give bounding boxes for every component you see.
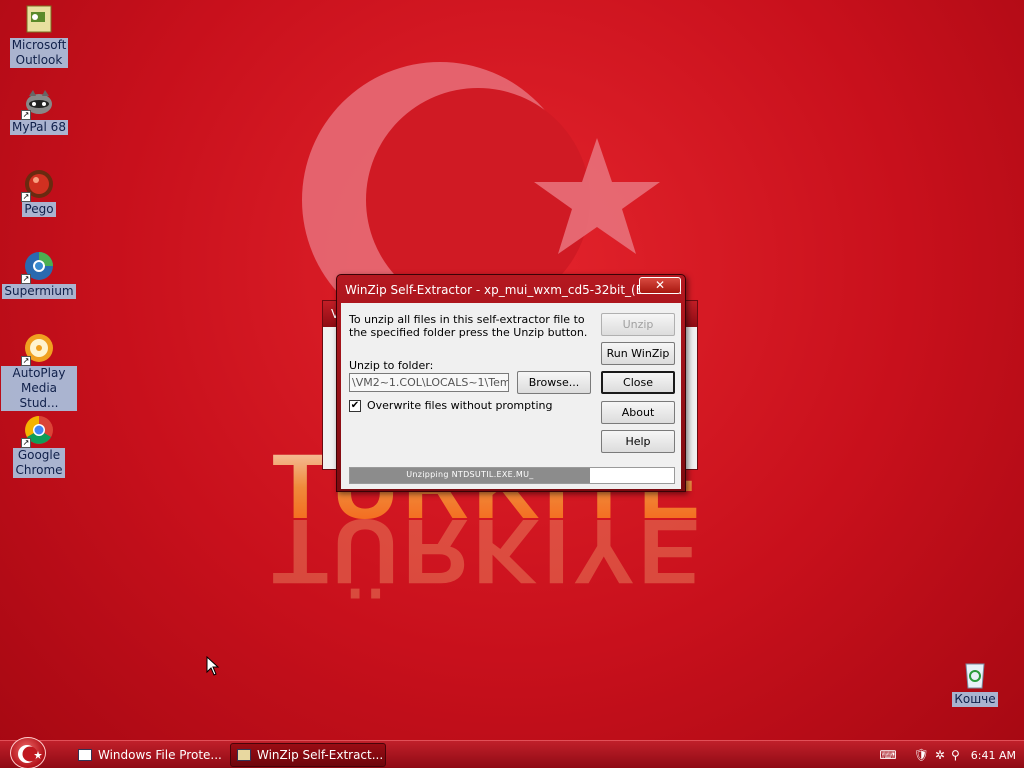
keyboard-icon[interactable]: ⌨ <box>879 748 896 762</box>
taskbar-item-file-protection[interactable]: Windows File Prote... <box>72 743 222 767</box>
desktop-icon-autoplay[interactable]: ↗ AutoPlay Media Stud... <box>1 332 77 411</box>
chrome-icon: ↗ <box>21 414 55 448</box>
desktop-icon-mypal[interactable]: ↗ MyPal 68 <box>1 86 77 135</box>
overwrite-checkbox[interactable]: ✔ <box>349 399 361 412</box>
winzip-icon <box>237 749 251 761</box>
dialog-client-area: To unzip all files in this self-extracto… <box>341 303 681 489</box>
unzip-button[interactable]: Unzip <box>601 313 675 336</box>
taskbar: Windows File Prote... WinZip Self-Extrac… <box>0 737 1024 768</box>
desktop-icon-pego[interactable]: ↗ Pego <box>1 168 77 217</box>
desktop-icon-label: MyPal 68 <box>10 120 68 135</box>
unzip-folder-input[interactable]: \VM2~1.COL\LOCALS~1\Temp <box>349 373 509 392</box>
titlebar[interactable]: WinZip Self-Extractor - xp_mui_wxm_cd5-3… <box>337 275 685 303</box>
desktop-icon-outlook[interactable]: Microsoft Outlook <box>1 4 77 68</box>
mypal-raccoon-icon: ↗ <box>21 86 55 120</box>
desktop-icon-label: Microsoft Outlook <box>9 38 69 68</box>
supermium-icon: ↗ <box>21 250 55 284</box>
run-winzip-button[interactable]: Run WinZip <box>601 342 675 365</box>
close-button[interactable]: Close <box>601 371 675 394</box>
outlook-icon <box>23 4 55 36</box>
winzip-self-extractor-dialog[interactable]: WinZip Self-Extractor - xp_mui_wxm_cd5-3… <box>336 274 686 492</box>
unzip-folder-label: Unzip to folder: <box>349 359 434 372</box>
network-icon[interactable]: ✲ <box>935 748 945 762</box>
help-button[interactable]: Help <box>601 430 675 453</box>
recycle-bin-icon <box>959 658 991 690</box>
clock[interactable]: 6:41 AM <box>971 749 1016 762</box>
close-window-button[interactable]: ✕ <box>639 277 681 294</box>
desktop-icon-label: Кошче <box>952 692 998 707</box>
desktop-icon-chrome[interactable]: ↗ Google Chrome <box>1 414 77 478</box>
security-shield-icon[interactable]: 🛡 <box>914 748 929 762</box>
start-button[interactable] <box>10 737 46 768</box>
taskbar-item-label: WinZip Self-Extract... <box>257 748 384 762</box>
desktop-icon-label: AutoPlay Media Stud... <box>1 366 77 411</box>
shortcut-arrow-icon: ↗ <box>21 274 31 284</box>
overwrite-label: Overwrite files without prompting <box>367 399 553 412</box>
window-icon <box>78 749 92 761</box>
about-button[interactable]: About <box>601 401 675 424</box>
desktop-icon-recycle-bin[interactable]: Кошче <box>937 658 1013 707</box>
search-icon[interactable]: ⚲ <box>951 748 960 762</box>
taskbar-item-label: Windows File Prote... <box>98 748 222 762</box>
autoplay-icon: ↗ <box>21 332 55 366</box>
wallpaper-text-reflection: TÜRKIYE <box>272 500 704 602</box>
dialog-title: WinZip Self-Extractor - xp_mui_wxm_cd5-3… <box>345 283 683 297</box>
start-crescent-icon <box>18 745 42 763</box>
shortcut-arrow-icon: ↗ <box>21 356 31 366</box>
extraction-progress-bar: Unzipping NTDSUTIL.EXE.MU_ <box>349 467 675 484</box>
shortcut-arrow-icon: ↗ <box>21 438 31 448</box>
intro-text: To unzip all files in this self-extracto… <box>349 313 588 339</box>
mouse-cursor-icon <box>206 656 220 676</box>
system-tray: ⌨ 🛡 ✲ ⚲ 6:41 AM <box>876 741 1016 768</box>
desktop-icon-label: Supermium <box>2 284 76 299</box>
overwrite-checkbox-row[interactable]: ✔ Overwrite files without prompting <box>349 399 552 412</box>
pego-icon: ↗ <box>21 168 55 202</box>
taskbar-item-winzip[interactable]: WinZip Self-Extract... <box>230 743 386 767</box>
desktop-icon-supermium[interactable]: ↗ Supermium <box>1 250 77 299</box>
desktop-icon-label: Google Chrome <box>13 448 65 478</box>
shortcut-arrow-icon: ↗ <box>21 110 31 120</box>
desktop-icon-label: Pego <box>22 202 56 217</box>
shortcut-arrow-icon: ↗ <box>21 192 31 202</box>
progress-text: Unzipping NTDSUTIL.EXE.MU_ <box>406 470 534 479</box>
browse-button[interactable]: Browse... <box>517 371 591 394</box>
